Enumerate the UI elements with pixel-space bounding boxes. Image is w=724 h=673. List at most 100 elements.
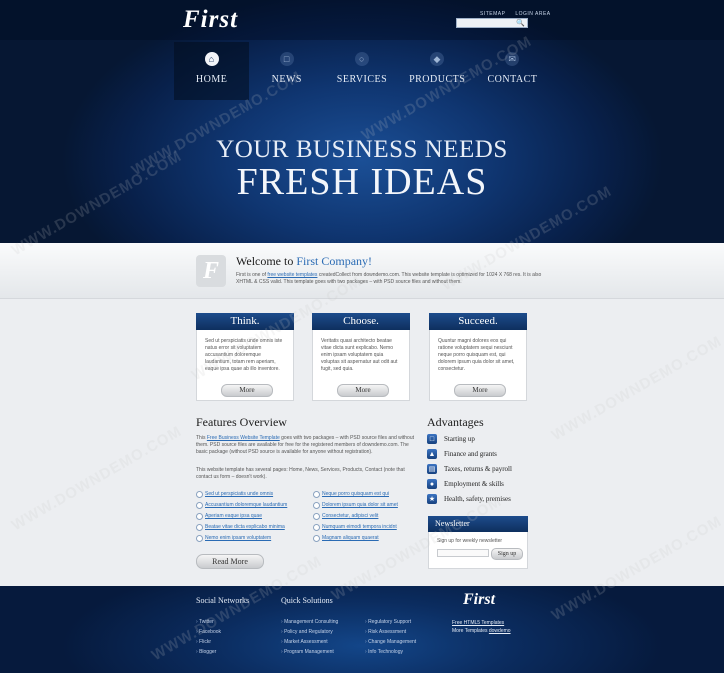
- free-templates-link[interactable]: free website templates: [267, 272, 317, 278]
- box-text: Sed ut perspiciatis unde omnis iste natu…: [205, 338, 283, 372]
- login-area-link[interactable]: LOGIN AREA: [515, 11, 550, 17]
- footer-link-blogger[interactable]: Blogger: [196, 649, 221, 659]
- footer-link[interactable]: Risk Assessment: [365, 629, 416, 639]
- hero-subheadline: FRESH IDEAS: [236, 161, 488, 203]
- advantage-label: Employment & skills: [444, 480, 504, 488]
- top-bar: [0, 0, 724, 40]
- business-template-link[interactable]: Free Business Website Template: [207, 435, 280, 441]
- footer-logo[interactable]: First: [463, 591, 495, 609]
- more-templates-link[interactable]: dowdemo: [489, 628, 511, 634]
- chart-icon: ▲: [427, 449, 437, 459]
- nav-item-products[interactable]: ◆ PRODUCTS: [400, 42, 475, 100]
- social-networks-title: Social Networks: [196, 596, 250, 605]
- sign-up-button[interactable]: Sign up: [491, 548, 523, 560]
- advantage-employment[interactable]: ● Employment & skills: [427, 478, 537, 493]
- products-icon: ◆: [430, 52, 445, 66]
- list-item[interactable]: Beatae vitae dicta explicabo minima: [196, 523, 306, 534]
- more-templates-text: More Templates: [452, 628, 489, 634]
- box-title: Succeed.: [429, 313, 527, 330]
- main-nav: ⌂ HOME □ NEWS ○ SERVICES ◆ PRODUCTS ✉ CO…: [174, 42, 550, 100]
- features-links-left: Sed ut perspiciatis unde omnis Accusanti…: [196, 490, 306, 545]
- footer: Social Networks Twitter Facebook Flickr …: [0, 586, 724, 673]
- main-content: F Welcome to First Company! First is one…: [0, 243, 724, 586]
- footer-link[interactable]: Market Assessment: [281, 639, 338, 649]
- welcome-title: Welcome to First Company!: [236, 254, 372, 269]
- sitemap-link[interactable]: SITEMAP: [480, 11, 505, 17]
- features-paragraph-1: This Free Business Website Template goes…: [196, 435, 414, 456]
- box-text: Veritatis quasi architecto beatae vitae …: [321, 338, 398, 372]
- nav-label: CONTACT: [487, 74, 538, 85]
- search-icon[interactable]: 🔍: [516, 19, 525, 27]
- people-icon: ●: [427, 479, 437, 489]
- folder-icon: □: [427, 434, 437, 444]
- footer-link[interactable]: Program Management: [281, 649, 338, 659]
- list-item[interactable]: Dolorem ipsum quia dolor sit amet: [313, 501, 423, 512]
- nav-label: PRODUCTS: [409, 74, 466, 85]
- succeed-box: Succeed. Quuntur magni dolores eos qui r…: [429, 313, 527, 401]
- list-item[interactable]: Neque porro quisquam est qui: [313, 490, 423, 501]
- nav-item-news[interactable]: □ NEWS: [249, 42, 324, 100]
- advantage-label: Finance and grants: [444, 450, 497, 458]
- footer-link[interactable]: Regulatory Support: [365, 619, 416, 629]
- advantage-label: Taxes, returns & payroll: [444, 465, 512, 473]
- list-item[interactable]: Accusantium doloremque laudantium: [196, 501, 306, 512]
- social-links: Twitter Facebook Flickr Blogger: [196, 619, 221, 659]
- home-icon: ⌂: [204, 52, 219, 66]
- box-title: Think.: [196, 313, 294, 330]
- footer-link[interactable]: Change Management: [365, 639, 416, 649]
- advantage-taxes[interactable]: ▤ Taxes, returns & payroll: [427, 463, 537, 478]
- features-title: Features Overview: [196, 415, 287, 429]
- nav-item-services[interactable]: ○ SERVICES: [324, 42, 399, 100]
- list-item[interactable]: Aperiam eaque ipsa quae: [196, 512, 306, 523]
- welcome-section: F Welcome to First Company! First is one…: [0, 243, 724, 299]
- box-title: Choose.: [312, 313, 410, 330]
- solutions-links-col2: Regulatory Support Risk Assessment Chang…: [365, 619, 416, 659]
- think-box: Think. Sed ut perspiciatis unde omnis is…: [196, 313, 294, 401]
- read-more-button[interactable]: Read More: [196, 554, 264, 569]
- list-item[interactable]: Numquam eimodi tempora incidnt: [313, 523, 423, 534]
- document-icon: ▤: [427, 464, 437, 474]
- advantage-starting-up[interactable]: □ Starting up: [427, 433, 537, 448]
- site-logo[interactable]: First: [183, 6, 238, 34]
- features-text-start: This: [196, 435, 207, 441]
- welcome-title-prefix: Welcome to: [236, 254, 297, 268]
- nav-label: HOME: [195, 74, 228, 85]
- nav-item-home[interactable]: ⌂ HOME: [174, 42, 250, 100]
- footer-link-flickr[interactable]: Flickr: [196, 639, 221, 649]
- newsletter-box: Newsletter Sign up for weekly newsletter…: [428, 516, 528, 569]
- advantages-list: □ Starting up ▲ Finance and grants ▤ Taxes,…: [427, 433, 537, 508]
- advantage-label: Health, safety, premises: [444, 495, 511, 503]
- search-input[interactable]: 🔍: [456, 18, 528, 28]
- contact-icon: ✉: [505, 52, 520, 66]
- advantage-finance[interactable]: ▲ Finance and grants: [427, 448, 537, 463]
- footer-link-twitter[interactable]: Twitter: [196, 619, 221, 629]
- nav-label: SERVICES: [336, 74, 388, 85]
- footer-link[interactable]: Management Consulting: [281, 619, 338, 629]
- more-button[interactable]: More: [221, 384, 273, 397]
- footer-link[interactable]: Policy and Regulatory: [281, 629, 338, 639]
- welcome-title-accent: First Company!: [296, 254, 373, 268]
- list-item[interactable]: Consectetur, adipisci velit: [313, 512, 423, 523]
- quick-solutions-title: Quick Solutions: [281, 596, 333, 605]
- footer-link-facebook[interactable]: Facebook: [196, 629, 221, 639]
- star-icon: ★: [427, 494, 437, 504]
- more-button[interactable]: More: [337, 384, 389, 397]
- choose-box: Choose. Veritatis quasi architecto beata…: [312, 313, 410, 401]
- services-icon: ○: [355, 52, 369, 66]
- nav-label: NEWS: [271, 74, 302, 85]
- list-item[interactable]: Magnam aliquam quaerat: [313, 534, 423, 545]
- more-button[interactable]: More: [454, 384, 506, 397]
- box-text: Quuntur magni dolores eos qui ratione vo…: [438, 338, 515, 372]
- newsletter-email-input[interactable]: [437, 549, 489, 557]
- advantage-health[interactable]: ★ Health, safety, premises: [427, 493, 537, 508]
- newsletter-label: Sign up for weekly newsletter: [437, 538, 503, 544]
- list-item[interactable]: Sed ut perspiciatis unde omnis: [196, 490, 306, 501]
- footer-credits: Free HTML5 Templates More Templates dowd…: [452, 619, 511, 635]
- welcome-text: First is one of free website templates c…: [236, 272, 554, 286]
- list-item[interactable]: Nemo enim ipsam voluptatem: [196, 534, 306, 545]
- free-html5-templates-link[interactable]: Free HTML5 Templates: [452, 620, 504, 626]
- newsletter-title: Newsletter: [428, 516, 528, 532]
- features-paragraph-2: This website template has several pages:…: [196, 467, 405, 480]
- footer-link[interactable]: Info Technology: [365, 649, 416, 659]
- nav-item-contact[interactable]: ✉ CONTACT: [475, 42, 550, 100]
